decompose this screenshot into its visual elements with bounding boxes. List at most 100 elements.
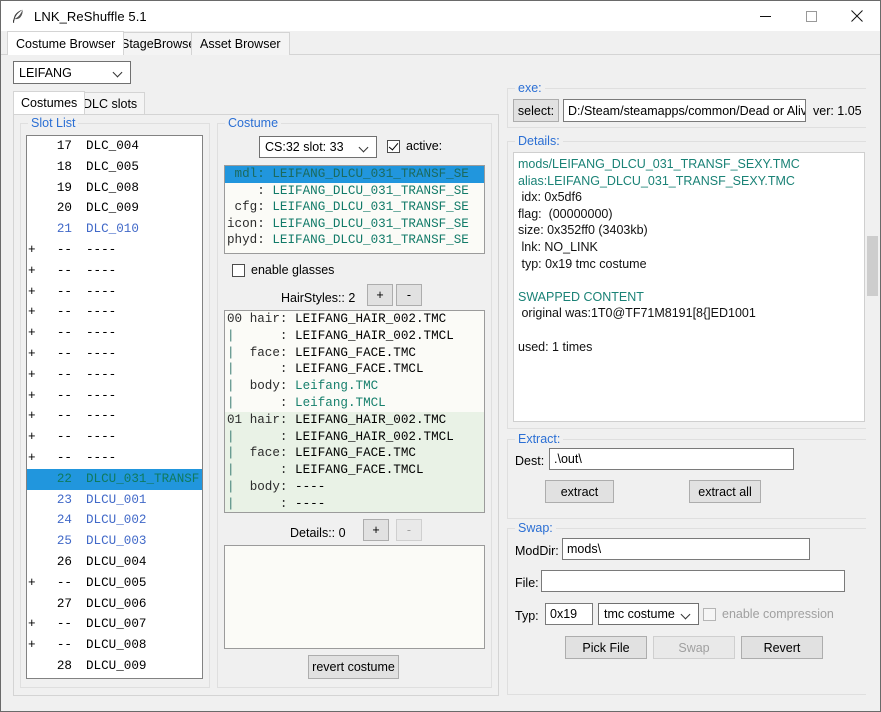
revert-costume-button[interactable]: revert costume xyxy=(308,655,399,679)
select-exe-button[interactable]: select: xyxy=(513,99,559,122)
extract-button[interactable]: extract xyxy=(545,480,614,503)
slot-list-row[interactable]: 24 DLCU_002 xyxy=(27,510,202,531)
hairstyle-row[interactable]: | : LEIFANG_HAIR_002.TMCL xyxy=(225,428,484,446)
slot-list-row[interactable]: + -- ---- xyxy=(27,240,202,261)
slot-row-number: -- xyxy=(56,430,72,445)
slot-list-box[interactable]: 17 DLC_004 18 DLC_005 19 DLC_008 20 DLC_009 21 DL… xyxy=(26,135,203,679)
slot-row-name: DLCU_002 xyxy=(86,513,147,528)
subtab-dlc-slots-label: DLC slots xyxy=(83,96,138,111)
tab-costume-browser[interactable]: Costume Browser xyxy=(7,31,125,55)
extract-dest-input[interactable]: .\out\ xyxy=(549,448,794,470)
character-combo[interactable]: LEIFANG xyxy=(13,61,131,84)
swap-moddir-input[interactable]: mods\ xyxy=(562,538,810,560)
slot-row-mark xyxy=(28,656,42,677)
swap-button[interactable]: Swap xyxy=(653,636,735,659)
scrollbar-thumb[interactable] xyxy=(867,236,878,296)
hairstyle-row[interactable]: | : LEIFANG_FACE.TMCL xyxy=(225,361,484,379)
slot-list-row[interactable]: + -- ---- xyxy=(27,323,202,344)
slot-row-number: -- xyxy=(56,409,72,424)
slot-list-row[interactable]: + -- ---- xyxy=(27,448,202,469)
details-text-area[interactable]: mods/LEIFANG_DLCU_031_TRANSF_SEXY.TMC ali… xyxy=(513,152,865,422)
slot-list-row[interactable]: + -- ---- xyxy=(27,406,202,427)
hairstyle-row-index: | xyxy=(227,496,250,511)
slot-list-row[interactable]: 28 DLCU_009 xyxy=(27,656,202,677)
slot-list-row[interactable]: 17 DLC_004 xyxy=(27,136,202,157)
slot-row-number: 27 xyxy=(56,596,72,611)
swap-file-input[interactable] xyxy=(541,570,845,592)
slot-list-row[interactable]: 26 DLCU_004 xyxy=(27,552,202,573)
hairstyle-row[interactable]: | : LEIFANG_FACE.TMCL xyxy=(225,462,484,479)
hairstyles-add-button[interactable]: + xyxy=(367,284,393,306)
slot-list-row[interactable]: + -- ---- xyxy=(27,427,202,448)
tmc-list-row[interactable]: phyd: LEIFANG_DLCU_031_TRANSF_SE xyxy=(225,232,484,249)
slot-list-row[interactable]: + -- DLCU_008 xyxy=(27,635,202,656)
hairstyle-row[interactable]: | body: Leifang.TMC xyxy=(225,378,484,395)
hairstyle-row-value: Leifang.TMC xyxy=(295,379,379,394)
slot-list-row[interactable]: 29DLCU_010 xyxy=(27,677,202,678)
details-remove-button[interactable]: - xyxy=(396,519,422,541)
slot-row-number: -- xyxy=(56,326,72,341)
slot-list-row[interactable]: 19 DLC_008 xyxy=(27,178,202,199)
slot-row-mark: + xyxy=(28,575,36,590)
active-checkbox-label: active: xyxy=(406,139,443,153)
costume-slot-combo[interactable]: CS:32 slot: 33 xyxy=(259,136,377,158)
hairstyle-row[interactable]: | face: LEIFANG_FACE.TMC xyxy=(225,344,484,362)
slot-list-row[interactable]: 25 DLCU_003 xyxy=(27,531,202,552)
hairstyle-row[interactable]: | : LEIFANG_HAIR_002.TMCL xyxy=(225,327,484,345)
revert-swap-button[interactable]: Revert xyxy=(741,636,823,659)
slot-row-number: 17 xyxy=(56,139,72,153)
tab-asset-browser[interactable]: Asset Browser xyxy=(191,32,290,55)
swap-typ-combo[interactable]: tmc costume xyxy=(598,603,699,625)
slot-list-row[interactable]: + -- ---- xyxy=(27,282,202,303)
extract-all-button[interactable]: extract all xyxy=(689,480,761,503)
close-button[interactable] xyxy=(834,1,880,31)
hairstyle-row[interactable]: 00 hair: LEIFANG_HAIR_002.TMC xyxy=(225,311,484,328)
tmc-list-row[interactable]: icon: LEIFANG_DLCU_031_TRANSF_SE xyxy=(225,216,484,233)
hairstyle-row-key: : xyxy=(249,395,296,410)
swap-typ-combo-value: tmc costume xyxy=(604,607,675,621)
slot-row-number: -- xyxy=(56,367,72,382)
hairstyles-remove-button[interactable]: - xyxy=(396,284,422,306)
slot-row-mark: + xyxy=(28,430,36,445)
costume-details-list[interactable] xyxy=(224,545,485,649)
enable-compression-checkbox[interactable]: enable compression xyxy=(703,607,834,621)
page-vertical-scrollbar[interactable] xyxy=(866,56,879,710)
tmc-file-list[interactable]: mdl: LEIFANG_DLCU_031_TRANSF_SE : LEIFAN… xyxy=(224,165,485,254)
tmc-list-row[interactable]: cfg: LEIFANG_DLCU_031_TRANSF_SE xyxy=(225,199,484,216)
slot-list-row[interactable]: + -- ---- xyxy=(27,302,202,323)
tmc-list-row[interactable]: mdl: LEIFANG_DLCU_031_TRANSF_SE xyxy=(225,166,484,183)
active-checkbox[interactable]: active: xyxy=(387,139,442,153)
slot-list-row[interactable]: + -- ---- xyxy=(27,261,202,282)
hairstyle-row[interactable]: 01 hair: LEIFANG_HAIR_002.TMC xyxy=(225,411,484,429)
pick-file-button[interactable]: Pick File xyxy=(565,636,647,659)
minimize-button[interactable] xyxy=(742,1,788,31)
exe-path-input[interactable]: D:/Steam/steamapps/common/Dead or Alive xyxy=(563,99,806,122)
hairstyle-row[interactable]: | : Leifang.TMCL xyxy=(225,394,484,412)
hairstyle-row-key: face: xyxy=(249,345,296,360)
details-add-button[interactable]: + xyxy=(363,519,389,541)
slot-list-row[interactable]: 27 DLCU_006 xyxy=(27,594,202,615)
slot-list-row[interactable]: 20 DLC_009 xyxy=(27,198,202,219)
swap-typ-input[interactable]: 0x19 xyxy=(545,603,593,625)
hairstyle-row[interactable]: | face: LEIFANG_FACE.TMC xyxy=(225,445,484,463)
hairstyle-list[interactable]: 00 hair: LEIFANG_HAIR_002.TMC | : LEIFANG… xyxy=(224,310,485,513)
slot-list-row[interactable]: + -- ---- xyxy=(27,365,202,386)
slot-list-row[interactable]: 21 DLC_010 xyxy=(27,219,202,240)
hairstyle-row[interactable]: | : ---- xyxy=(225,495,484,512)
subtab-dlc-slots[interactable]: DLC slots xyxy=(75,92,146,114)
tmc-list-row[interactable]: : LEIFANG_DLCU_031_TRANSF_SE xyxy=(225,183,484,200)
swap-file-label: File: xyxy=(515,576,539,590)
slot-list-row[interactable]: 22 DLCU_031_TRANSF xyxy=(27,468,202,490)
slot-list-row[interactable]: 18 DLC_005 xyxy=(27,157,202,178)
subtab-costumes[interactable]: Costumes xyxy=(13,91,86,114)
slot-list-row[interactable]: + -- ---- xyxy=(27,386,202,407)
slot-list-row[interactable]: + -- ---- xyxy=(27,344,202,365)
slot-list-row[interactable]: + -- DLCU_005 xyxy=(27,573,202,594)
slot-row-number: -- xyxy=(56,242,72,257)
swap-group-label: Swap: xyxy=(515,521,556,535)
slot-list-row[interactable]: 23 DLCU_001 xyxy=(27,490,202,511)
hairstyle-row[interactable]: | body: ---- xyxy=(225,478,484,496)
slot-list-row[interactable]: + -- DLCU_007 xyxy=(27,614,202,635)
enable-glasses-checkbox[interactable]: enable glasses xyxy=(232,263,334,277)
maximize-button[interactable] xyxy=(788,1,834,31)
